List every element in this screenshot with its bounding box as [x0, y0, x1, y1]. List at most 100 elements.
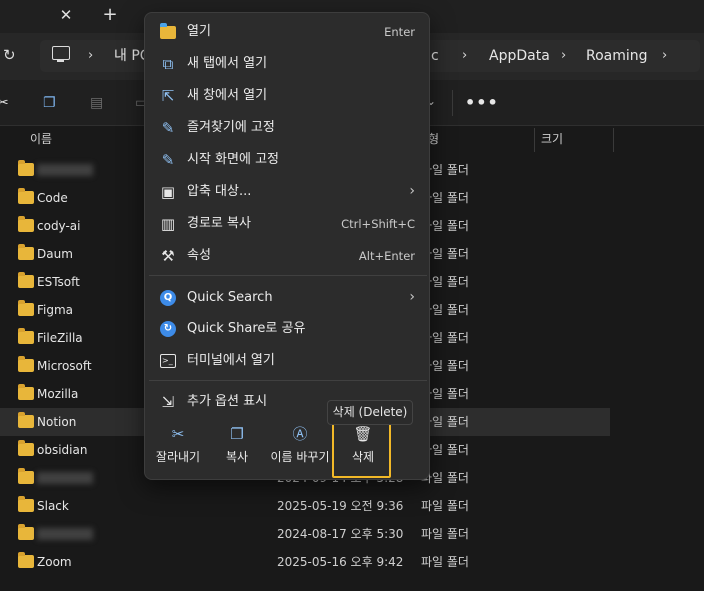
file-type: 파일 폴더	[421, 555, 469, 569]
folder-icon	[18, 300, 34, 316]
chevron-right-icon: ›	[462, 48, 468, 63]
menu-item-label: 새 탭에서 열기	[187, 56, 268, 71]
archive-icon: ▣	[160, 183, 176, 201]
pin-icon: ✎	[161, 151, 175, 169]
file-name: cody-ai	[37, 219, 81, 233]
folder-icon	[18, 188, 34, 204]
file-name: Notion	[37, 415, 77, 429]
breadcrumb-roaming[interactable]: Roaming	[586, 46, 648, 66]
file-name: FileZilla	[37, 331, 83, 345]
folder-icon	[18, 272, 34, 288]
chevron-right-icon: ›	[409, 183, 415, 199]
breadcrumb-partial: c	[431, 48, 439, 64]
column-header-size[interactable]: 크기	[541, 131, 563, 147]
quick-search-icon: Q	[160, 290, 176, 306]
file-row[interactable]: Slack 2025-05-19 오전 9:36 파일 폴더	[0, 492, 610, 520]
breadcrumb-appdata[interactable]: AppData	[489, 46, 550, 66]
file-type: 파일 폴더	[421, 527, 469, 541]
file-date: 2024-08-17 오후 5:30	[277, 527, 404, 541]
chevron-right-icon: ›	[662, 48, 668, 63]
toolbar-divider	[452, 90, 453, 116]
folder-open-icon	[160, 23, 176, 39]
folder-icon	[18, 244, 34, 260]
file-name: Code	[37, 191, 68, 205]
menu-item-pin-quick-access[interactable]: ✎ 즐겨찾기에 고정	[145, 113, 431, 143]
new-window-icon: ⇱	[161, 87, 175, 105]
rename-button[interactable]: Ⓐ 이름 바꾸기	[267, 423, 333, 475]
cut-icon[interactable]: ✂	[0, 94, 9, 112]
chevron-right-icon: ›	[409, 289, 415, 305]
folder-icon	[18, 384, 34, 400]
new-tab-icon: ⧉	[162, 55, 174, 73]
menu-item-label: 압축 대상...	[187, 184, 252, 199]
column-header-name[interactable]: 이름	[30, 131, 52, 147]
more-options-icon: ⇲	[161, 393, 175, 411]
file-type: 파일 폴더	[421, 499, 469, 513]
column-divider[interactable]	[613, 128, 614, 152]
menu-item-label: 경로로 복사	[187, 216, 251, 231]
copy-icon[interactable]: ❐	[43, 94, 56, 112]
file-name	[37, 164, 93, 176]
file-row[interactable]: 2024-08-17 오후 5:30 파일 폴더	[0, 520, 610, 548]
copy-button[interactable]: ❐ 복사	[219, 423, 255, 475]
action-label: 잘라내기	[155, 450, 201, 464]
pin-icon: ✎	[161, 119, 175, 137]
folder-icon	[18, 440, 34, 456]
menu-item-label: 터미널에서 열기	[187, 353, 275, 368]
refresh-icon[interactable]: ↻	[3, 45, 19, 65]
scissors-icon: ✂	[171, 425, 185, 443]
menu-item-label: 속성	[187, 248, 211, 263]
menu-item-quick-share[interactable]: ↻ Quick Share로 공유	[145, 314, 431, 344]
delete-highlight-box	[332, 422, 391, 478]
menu-item-label: Quick Share로 공유	[187, 321, 306, 336]
cut-button[interactable]: ✂ 잘라내기	[153, 423, 203, 475]
file-row[interactable]: Zoom 2025-05-16 오후 9:42 파일 폴더	[0, 548, 610, 576]
file-name: Microsoft	[37, 359, 92, 373]
menu-item-compress[interactable]: ▣ 압축 대상... ›	[145, 177, 431, 207]
menu-item-open[interactable]: 열기 Enter	[145, 17, 431, 47]
copy-icon: ❐	[230, 425, 244, 443]
chevron-right-icon: ›	[561, 48, 567, 63]
folder-icon	[18, 160, 34, 176]
menu-item-label: 시작 화면에 고정	[187, 152, 279, 167]
action-label: 복사	[225, 450, 249, 464]
copy-path-icon: ▥	[160, 215, 176, 233]
menu-item-open-terminal[interactable]: >_ 터미널에서 열기	[145, 346, 431, 376]
file-name: ESTsoft	[37, 275, 80, 289]
file-name: Zoom	[37, 555, 72, 569]
folder-icon	[18, 216, 34, 232]
folder-icon	[18, 524, 34, 540]
close-icon[interactable]: ✕	[56, 4, 76, 26]
menu-item-quick-search[interactable]: Q Quick Search ›	[145, 283, 431, 313]
file-name: Figma	[37, 303, 74, 317]
column-divider[interactable]	[534, 128, 535, 152]
menu-separator	[149, 275, 427, 276]
menu-item-copy-path[interactable]: ▥ 경로로 복사 Ctrl+Shift+C	[145, 209, 431, 239]
delete-tooltip: 삭제 (Delete)	[327, 400, 413, 425]
chevron-right-icon: ›	[88, 48, 94, 63]
file-name: Daum	[37, 247, 73, 261]
file-name: Slack	[37, 499, 69, 513]
folder-icon	[18, 328, 34, 344]
more-options-icon[interactable]: •••	[465, 93, 499, 112]
folder-icon	[18, 552, 34, 568]
file-name: obsidian	[37, 443, 88, 457]
menu-item-label: 즐겨찾기에 고정	[187, 120, 275, 135]
terminal-icon: >_	[160, 354, 176, 368]
folder-icon	[18, 496, 34, 512]
menu-item-label: 열기	[187, 24, 211, 39]
computer-icon	[52, 46, 70, 62]
menu-item-properties[interactable]: ⚒ 속성 Alt+Enter	[145, 241, 431, 271]
file-date: 2025-05-19 오전 9:36	[277, 499, 404, 513]
paste-icon[interactable]: ▤	[90, 94, 103, 112]
new-tab-button[interactable]: +	[100, 4, 120, 26]
menu-item-open-new-tab[interactable]: ⧉ 새 탭에서 열기	[145, 49, 431, 79]
menu-item-open-new-window[interactable]: ⇱ 새 창에서 열기	[145, 81, 431, 111]
folder-icon	[18, 412, 34, 428]
file-name: Mozilla	[37, 387, 79, 401]
file-name	[37, 528, 93, 540]
folder-icon	[18, 468, 34, 484]
menu-item-shortcut: Ctrl+Shift+C	[341, 217, 415, 231]
rename-icon: Ⓐ	[292, 425, 308, 443]
menu-item-pin-start[interactable]: ✎ 시작 화면에 고정	[145, 145, 431, 175]
